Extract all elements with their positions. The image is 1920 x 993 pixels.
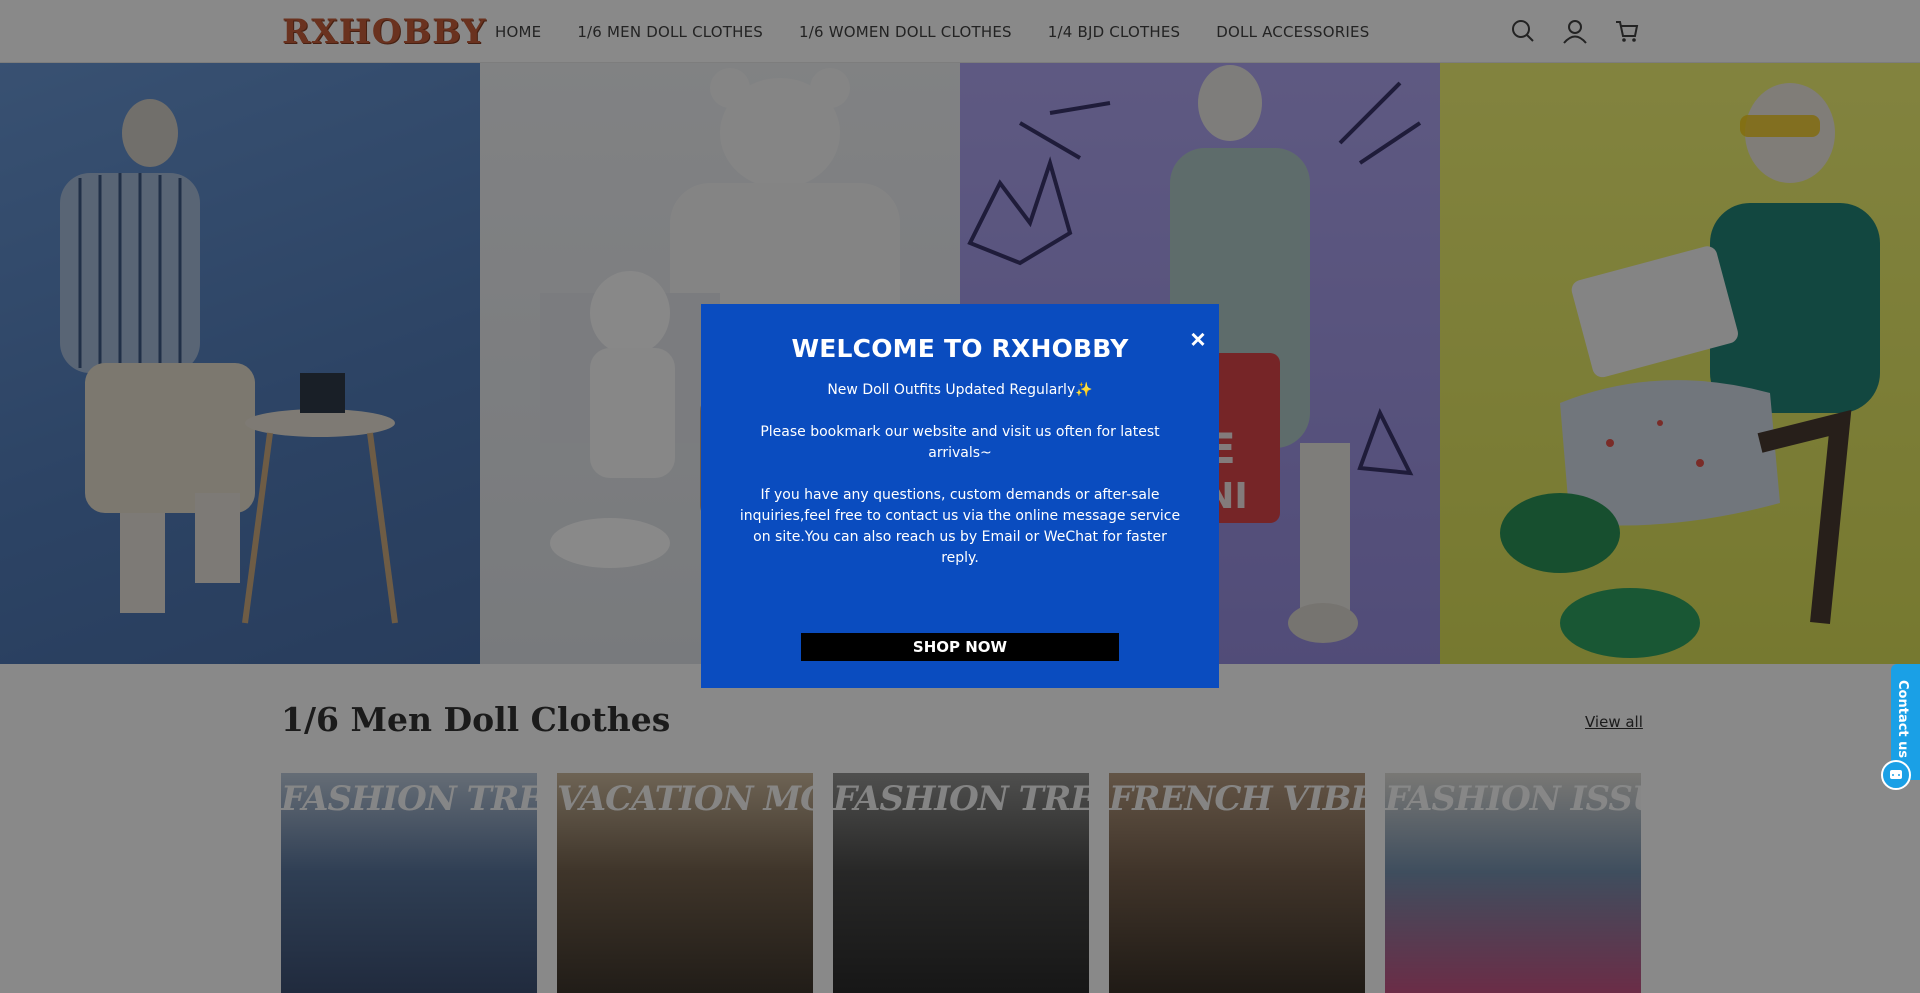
modal-body: New Doll Outfits Updated Regularly✨ Plea…	[739, 380, 1181, 590]
modal-text-bookmark: Please bookmark our website and visit us…	[760, 424, 1160, 461]
welcome-modal: WELCOME TO RXHOBBY × New Doll Outfits Up…	[701, 304, 1219, 688]
modal-text-updates: New Doll Outfits Updated Regularly✨	[827, 382, 1093, 398]
contact-us-label: Contact us	[1895, 680, 1910, 759]
close-icon[interactable]: ×	[1185, 326, 1211, 352]
shop-now-button[interactable]: SHOP NOW	[801, 633, 1119, 661]
chat-icon[interactable]	[1881, 760, 1911, 790]
modal-text-contact: If you have any questions, custom demand…	[739, 487, 1181, 566]
modal-title: WELCOME TO RXHOBBY	[791, 334, 1129, 363]
